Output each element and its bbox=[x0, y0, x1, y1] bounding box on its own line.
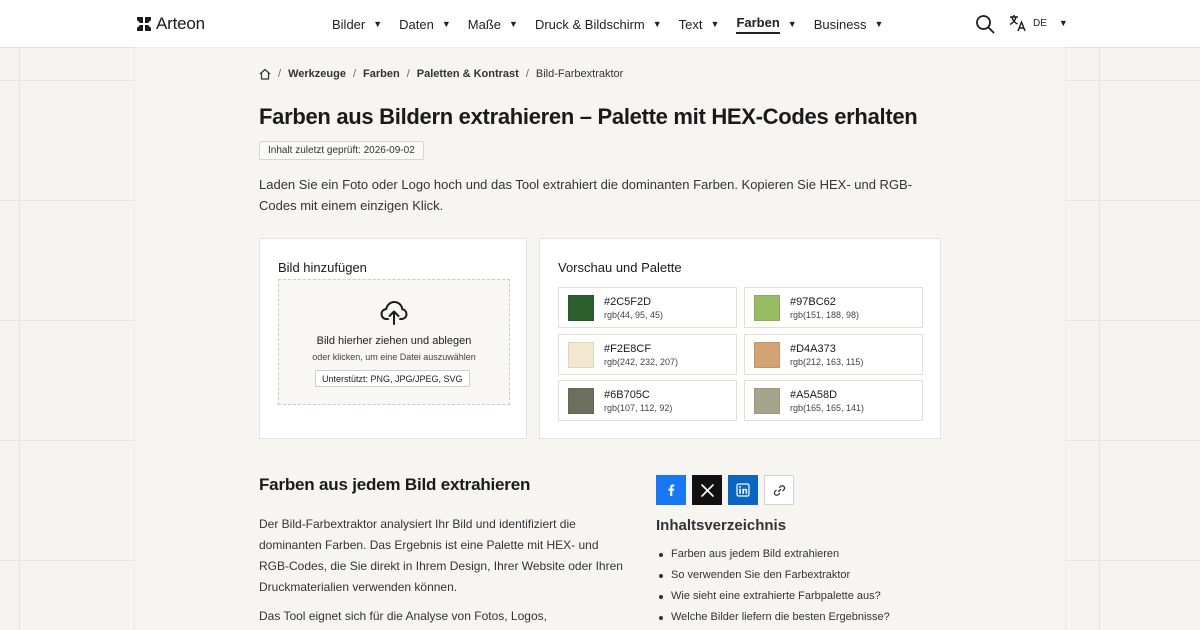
image-dropzone[interactable]: Bild hierher ziehen und ablegen oder kli… bbox=[278, 279, 510, 405]
link-icon bbox=[773, 484, 785, 496]
share-facebook-button[interactable] bbox=[656, 475, 686, 505]
chevron-down-icon: ▼ bbox=[874, 19, 884, 29]
chevron-down-icon: ▼ bbox=[652, 19, 662, 29]
nav-label: Druck & Bildschirm bbox=[534, 16, 645, 32]
upload-panel: Bild hinzufügen Bild hierher ziehen und … bbox=[259, 238, 527, 439]
nav-item-farben[interactable]: Farben ▼ bbox=[736, 0, 805, 48]
nav-item-druck-bildschirm[interactable]: Druck & Bildschirm ▼ bbox=[535, 0, 671, 48]
color-chip bbox=[754, 342, 780, 368]
brand-logo[interactable]: Arteon bbox=[136, 14, 205, 34]
color-chip bbox=[754, 295, 780, 321]
chevron-down-icon: ▼ bbox=[441, 19, 451, 29]
color-swatch[interactable]: #97BC62 rgb(151, 188, 98) bbox=[744, 287, 923, 328]
article-paragraph: Das Tool eignet sich für die Analyse von… bbox=[259, 609, 547, 623]
table-of-contents: Farben aus jedem Bild extrahieren So ver… bbox=[659, 544, 890, 628]
swatch-hex: #97BC62 bbox=[790, 296, 836, 308]
chevron-down-icon: ▼ bbox=[509, 19, 518, 29]
translate-icon bbox=[1009, 15, 1026, 32]
nav-label: Business bbox=[813, 16, 867, 32]
toc-item[interactable]: Wie sieht eine extrahierte Farbpalette a… bbox=[659, 586, 890, 607]
breadcrumb-link-werkzeuge[interactable]: Werkzeuge bbox=[288, 68, 346, 80]
swatch-hex: #2C5F2D bbox=[604, 296, 652, 308]
toc-item[interactable]: So verwenden Sie den Farbextraktor bbox=[659, 565, 890, 586]
linkedin-icon bbox=[736, 483, 750, 497]
facebook-icon bbox=[668, 484, 675, 496]
chevron-down-icon: ▼ bbox=[373, 19, 383, 29]
toc-item[interactable]: Farben aus jedem Bild extrahieren bbox=[659, 544, 890, 565]
nav-item-bilder[interactable]: Bilder ▼ bbox=[332, 0, 391, 48]
color-swatch[interactable]: #F2E8CF rgb(242, 232, 207) bbox=[558, 334, 737, 375]
upload-panel-title: Bild hinzufügen bbox=[278, 260, 367, 275]
color-chip bbox=[754, 388, 780, 414]
color-chip bbox=[568, 342, 594, 368]
swatch-rgb: rgb(151, 188, 98) bbox=[790, 310, 860, 320]
main-nav: Bilder ▼ Daten ▼ Maße ▼ Druck & Bildschi… bbox=[332, 0, 900, 48]
swatch-hex: #A5A58D bbox=[790, 389, 838, 401]
language-selector[interactable]: DE ▼ bbox=[1009, 14, 1068, 32]
supported-formats-badge: Unterstützt: PNG, JPG/JPEG, SVG bbox=[315, 370, 470, 387]
swatch-hex: #F2E8CF bbox=[604, 343, 652, 355]
swatch-hex: #D4A373 bbox=[790, 343, 836, 355]
breadcrumb-link-paletten[interactable]: Paletten & Kontrast bbox=[417, 68, 519, 80]
preview-panel: Vorschau und Palette #2C5F2D rgb(44, 95,… bbox=[539, 238, 941, 439]
nav-label: Text bbox=[678, 16, 703, 32]
search-icon[interactable] bbox=[975, 14, 995, 34]
dropzone-title: Bild hierher ziehen und ablegen bbox=[316, 335, 472, 347]
swatch-rgb: rgb(242, 232, 207) bbox=[604, 357, 679, 367]
copy-link-button[interactable] bbox=[764, 475, 794, 505]
chevron-down-icon: ▼ bbox=[710, 19, 720, 29]
breadcrumb: / Werkzeuge / Farben / Paletten & Kontra… bbox=[259, 68, 623, 80]
breadcrumb-separator: / bbox=[352, 68, 356, 80]
share-x-button[interactable] bbox=[692, 475, 722, 505]
page-title: Farben aus Bildern extrahieren – Palette… bbox=[259, 104, 918, 129]
swatch-rgb: rgb(44, 95, 45) bbox=[604, 310, 664, 320]
nav-item-masse[interactable]: Maße ▼ bbox=[468, 0, 527, 48]
color-swatch[interactable]: #D4A373 rgb(212, 163, 115) bbox=[744, 334, 923, 375]
preview-panel-title: Vorschau und Palette bbox=[558, 260, 682, 275]
breadcrumb-current: Bild-Farbextraktor bbox=[535, 68, 624, 80]
color-swatch[interactable]: #6B705C rgb(107, 112, 92) bbox=[558, 380, 737, 421]
breadcrumb-separator: / bbox=[525, 68, 529, 80]
swatch-rgb: rgb(107, 112, 92) bbox=[604, 403, 673, 413]
brand-name: Arteon bbox=[156, 14, 205, 33]
nav-label: Farben bbox=[736, 15, 780, 34]
swatch-rgb: rgb(212, 163, 115) bbox=[790, 357, 864, 367]
article-paragraph: Der Bild-Farbextraktor analysiert Ihr Bi… bbox=[259, 517, 623, 594]
nav-label: Daten bbox=[399, 16, 434, 32]
chevron-down-icon: ▼ bbox=[787, 19, 797, 29]
breadcrumb-separator: / bbox=[406, 68, 410, 80]
language-code: DE bbox=[1033, 17, 1047, 29]
toc-item[interactable]: Welche Bilder liefern die besten Ergebni… bbox=[659, 607, 890, 628]
nav-item-daten[interactable]: Daten ▼ bbox=[399, 0, 460, 48]
main-content: / Werkzeuge / Farben / Paletten & Kontra… bbox=[135, 48, 1065, 630]
nav-label: Bilder bbox=[332, 16, 366, 32]
color-swatch[interactable]: #A5A58D rgb(165, 165, 141) bbox=[744, 380, 923, 421]
section-title: Farben aus jedem Bild extrahieren bbox=[259, 475, 531, 494]
share-linkedin-button[interactable] bbox=[728, 475, 758, 505]
color-chip bbox=[568, 388, 594, 414]
cloud-upload-icon bbox=[380, 301, 408, 325]
chevron-down-icon: ▼ bbox=[1058, 18, 1068, 28]
top-navigation-bar: Arteon Bilder ▼ Daten ▼ Maße ▼ Druck & B… bbox=[0, 0, 1200, 48]
breadcrumb-separator: / bbox=[278, 68, 282, 80]
color-swatch[interactable]: #2C5F2D rgb(44, 95, 45) bbox=[558, 287, 737, 328]
dropzone-subtitle: oder klicken, um eine Datei auszuwählen bbox=[312, 352, 476, 362]
home-icon[interactable] bbox=[259, 68, 271, 80]
breadcrumb-link-farben[interactable]: Farben bbox=[363, 68, 400, 80]
nav-item-business[interactable]: Business ▼ bbox=[814, 0, 893, 48]
swatch-hex: #6B705C bbox=[604, 389, 650, 401]
x-icon bbox=[700, 483, 714, 497]
logo-icon bbox=[137, 17, 151, 31]
nav-item-text[interactable]: Text ▼ bbox=[679, 0, 729, 48]
nav-label: Maße bbox=[467, 16, 502, 32]
intro-text: Laden Sie ein Foto oder Logo hoch und da… bbox=[259, 177, 913, 213]
swatch-rgb: rgb(165, 165, 141) bbox=[790, 403, 865, 413]
toc-title: Inhaltsverzeichnis bbox=[656, 517, 787, 534]
last-reviewed-badge: Inhalt zuletzt geprüft: 2026-09-02 bbox=[259, 141, 424, 160]
color-chip bbox=[568, 295, 594, 321]
